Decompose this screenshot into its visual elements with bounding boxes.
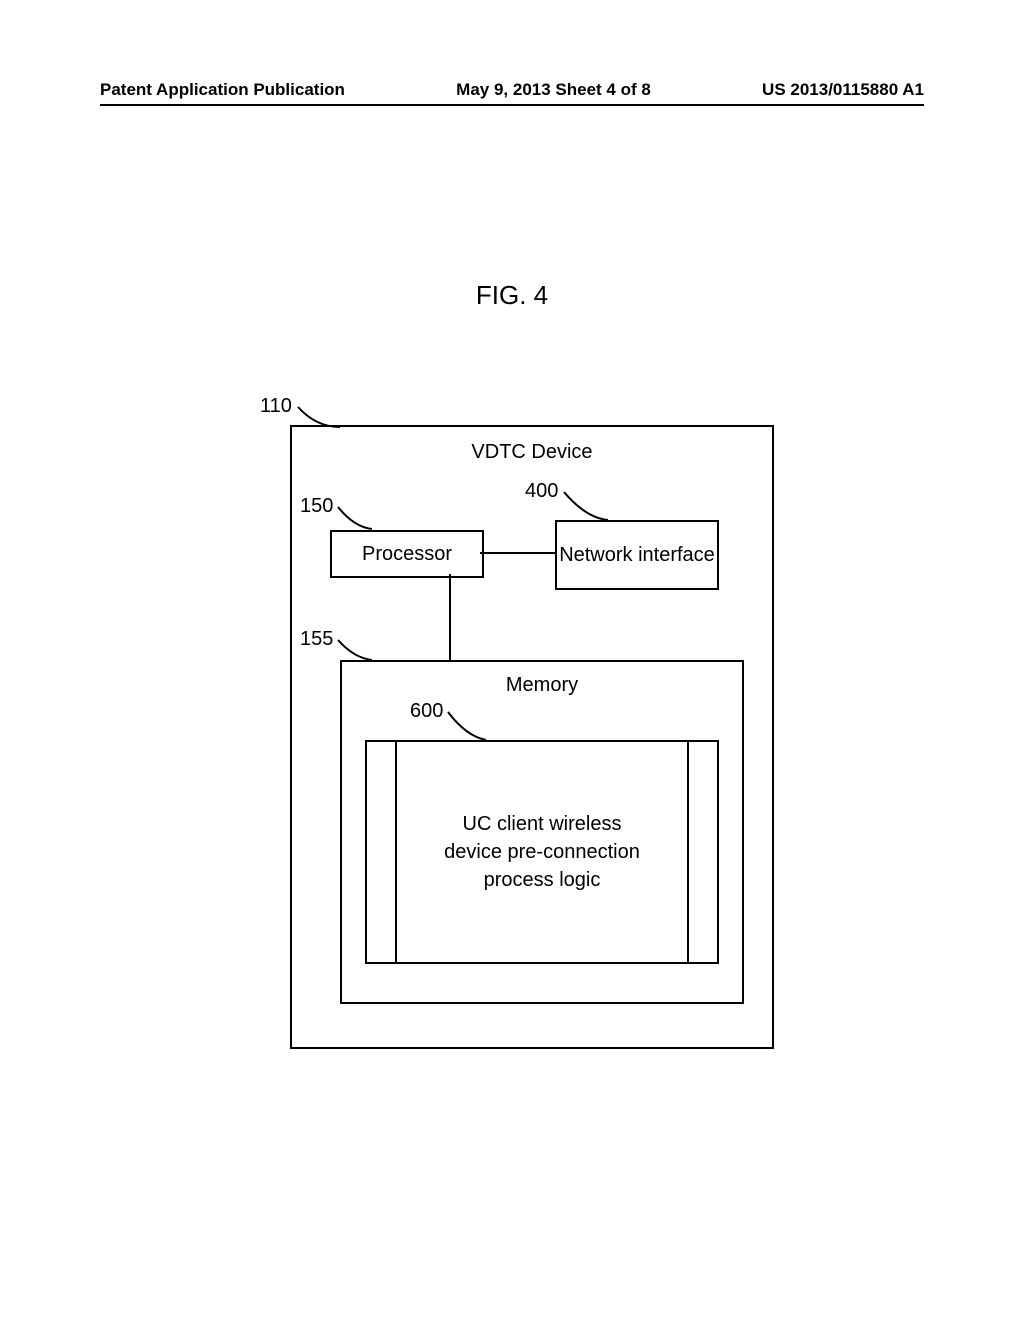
lead-600 [446, 710, 490, 744]
figure-label: FIG. 4 [0, 280, 1024, 311]
memory-label: Memory [342, 674, 742, 697]
lead-155 [336, 638, 376, 666]
processor-box: Processor [330, 530, 484, 578]
ref-400: 400 [525, 480, 558, 503]
vdtc-label: VDTC Device [292, 441, 772, 464]
connector-processor-network [480, 550, 560, 556]
lead-110 [296, 405, 346, 435]
ref-600: 600 [410, 700, 443, 723]
logic-label-line3: process logic [484, 866, 601, 894]
header-left: Patent Application Publication [100, 80, 345, 100]
ref-110: 110 [260, 395, 292, 418]
page: Patent Application Publication May 9, 20… [0, 0, 1024, 1320]
ref-155: 155 [300, 628, 333, 651]
logic-inner-box: UC client wireless device pre-connection… [395, 740, 689, 964]
lead-150 [336, 505, 376, 535]
logic-label-line2: device pre-connection [444, 838, 640, 866]
connector-processor-memory [447, 574, 453, 664]
logic-label-line1: UC client wireless [463, 810, 622, 838]
network-interface-box: Network interface [555, 520, 719, 590]
lead-400 [562, 490, 612, 524]
header-center: May 9, 2013 Sheet 4 of 8 [456, 80, 651, 100]
page-header: Patent Application Publication May 9, 20… [100, 80, 924, 106]
header-right: US 2013/0115880 A1 [762, 80, 924, 100]
processor-label: Processor [362, 543, 452, 566]
ref-150: 150 [300, 495, 333, 518]
network-interface-label: Network interface [559, 543, 715, 567]
